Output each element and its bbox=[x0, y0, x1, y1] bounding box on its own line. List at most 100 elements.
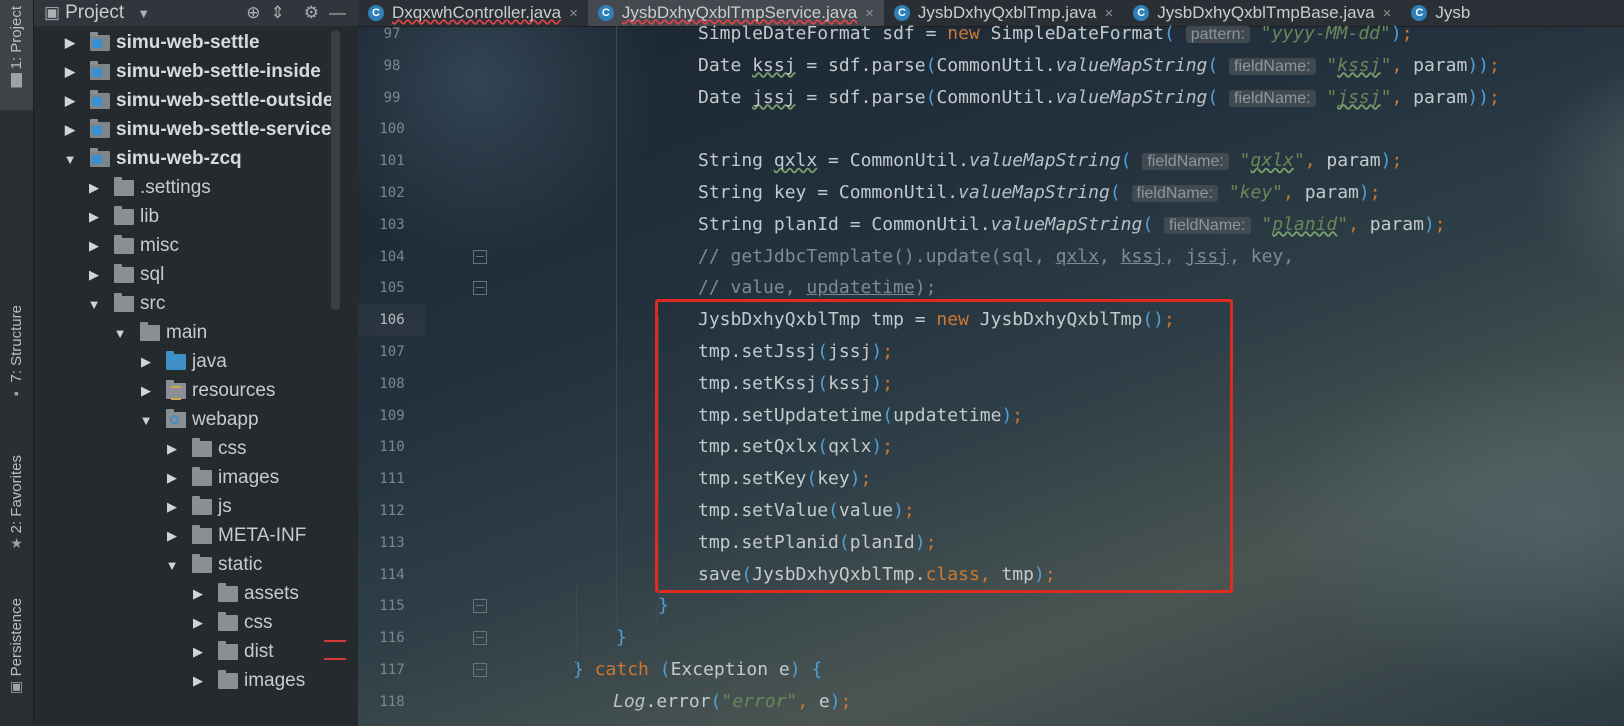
chevron-right-icon[interactable]: ▶ bbox=[190, 586, 206, 602]
tree-item[interactable]: ▶ simu-web-settle-service bbox=[62, 115, 331, 145]
tree-item[interactable]: ▶ simu-web-settle-outside bbox=[62, 86, 333, 116]
chevron-right-icon[interactable]: ▶ bbox=[138, 354, 154, 370]
star-icon: ★ bbox=[10, 535, 23, 552]
chevron-right-icon[interactable]: ▶ bbox=[62, 64, 78, 80]
tree-item-label: simu-web-settle-inside bbox=[116, 61, 321, 82]
tree-item[interactable]: ▶ images bbox=[164, 463, 279, 493]
tree-item[interactable]: ▶ lib bbox=[86, 202, 159, 232]
tree-item-label: css bbox=[244, 612, 273, 633]
chevron-right-icon[interactable]: ▶ bbox=[62, 35, 78, 51]
tree-item[interactable]: ▼ webapp bbox=[138, 405, 259, 435]
tree-item-label: static bbox=[218, 554, 263, 575]
chevron-right-icon[interactable]: ▶ bbox=[86, 180, 102, 196]
tree-item[interactable]: ▶ .settings bbox=[86, 173, 211, 203]
tree-item-label: misc bbox=[140, 235, 180, 256]
tree-item[interactable]: ▶ java bbox=[138, 347, 227, 377]
chevron-right-icon[interactable]: ▶ bbox=[164, 528, 180, 544]
fold-toggle-icon[interactable] bbox=[473, 631, 487, 646]
code-line[interactable]: } bbox=[658, 590, 669, 622]
code-line[interactable]: } bbox=[616, 622, 627, 654]
tab-structure-toolwindow[interactable]: 7: Structure ▪ bbox=[0, 305, 33, 425]
chevron-right-icon[interactable]: ▶ bbox=[190, 615, 206, 631]
code-line[interactable]: String key = CommonUtil.valueMapString( … bbox=[698, 177, 1381, 209]
tree-item[interactable]: ▶ dist bbox=[190, 637, 274, 667]
tree-item[interactable]: ▶ assets bbox=[190, 579, 299, 609]
tree-item-label: .settings bbox=[140, 177, 211, 198]
tree-item[interactable]: ▶ simu-web-settle-inside bbox=[62, 57, 321, 87]
editor-tab-label: Jysb bbox=[1435, 3, 1471, 22]
tree-item[interactable]: ▶ resources bbox=[138, 376, 275, 406]
tree-item[interactable]: ▶ css bbox=[190, 608, 273, 638]
tree-item[interactable]: ▶ js bbox=[164, 492, 232, 522]
fold-toggle-icon[interactable] bbox=[473, 663, 487, 677]
fold-toggle-icon[interactable] bbox=[473, 281, 487, 296]
tree-item[interactable]: ▼ static bbox=[164, 550, 262, 580]
folder-icon bbox=[114, 235, 134, 254]
source-folder-icon bbox=[166, 351, 186, 370]
tree-item[interactable]: ▼ simu-web-zcq bbox=[62, 144, 242, 174]
chevron-down-icon[interactable]: ▼ bbox=[137, 6, 150, 21]
tree-item[interactable]: ▶ simu-web-settle bbox=[62, 28, 260, 58]
code-line[interactable]: // getJdbcTemplate().update(sql, qxlx, k… bbox=[698, 241, 1294, 273]
tab-project-toolwindow[interactable]: 1: Project ▇ bbox=[0, 0, 33, 110]
chevron-right-icon[interactable]: ▶ bbox=[164, 499, 180, 515]
module-icon bbox=[90, 32, 110, 51]
chevron-right-icon[interactable]: ▶ bbox=[86, 209, 102, 225]
folder-icon bbox=[218, 583, 238, 602]
tab-structure-label: 7: Structure bbox=[8, 305, 25, 383]
code-line[interactable]: } catch (Exception e) { bbox=[573, 654, 822, 686]
code-line[interactable]: Date kssj = sdf.parse(CommonUtil.valueMa… bbox=[698, 50, 1500, 82]
code-line[interactable]: String planId = CommonUtil.valueMapStrin… bbox=[698, 209, 1446, 241]
tab-project-label: 1: Project bbox=[8, 6, 25, 70]
tree-item[interactable]: ▶ images bbox=[190, 666, 305, 696]
chevron-right-icon[interactable]: ▶ bbox=[62, 122, 78, 138]
chevron-right-icon[interactable]: ▶ bbox=[190, 644, 206, 660]
chevron-right-icon[interactable]: ▶ bbox=[190, 673, 206, 689]
folder-icon bbox=[114, 264, 134, 283]
tab-persistence-label: Persistence bbox=[8, 598, 25, 677]
tree-item[interactable]: ▼ src bbox=[86, 289, 165, 319]
tab-favorites-label: 2: Favorites bbox=[8, 455, 25, 534]
indent-guide bbox=[658, 316, 659, 616]
tree-item-label: lib bbox=[140, 206, 160, 227]
close-icon[interactable]: × bbox=[569, 5, 578, 22]
tab-favorites-toolwindow[interactable]: 2: Favorites ★ bbox=[0, 455, 33, 570]
tree-item[interactable]: ▶ css bbox=[164, 434, 247, 464]
folder-icon bbox=[192, 438, 212, 457]
fold-toggle-icon[interactable] bbox=[473, 599, 487, 614]
folder-icon bbox=[114, 293, 134, 312]
chevron-down-icon[interactable]: ▼ bbox=[112, 326, 128, 341]
locate-icon[interactable]: ⊕ bbox=[246, 3, 260, 23]
project-view-icon: ▣ bbox=[44, 3, 61, 22]
code-line[interactable]: Log.error("error", e); bbox=[613, 686, 851, 718]
tree-item-label: java bbox=[192, 351, 227, 372]
collapse-all-icon[interactable]: ⇕ bbox=[271, 3, 285, 23]
fold-toggle-icon[interactable] bbox=[473, 249, 487, 264]
code-editor[interactable]: C DxqxwhController.java × C JysbDxhyQxblTmpS… bbox=[358, 0, 1624, 726]
tree-item[interactable]: ▶ misc bbox=[86, 231, 179, 261]
chevron-down-icon[interactable]: ▼ bbox=[86, 297, 102, 312]
tree-item-label: src bbox=[140, 293, 166, 314]
tree-item[interactable]: ▶ META-INF bbox=[164, 521, 306, 551]
project-title[interactable]: Project bbox=[65, 2, 124, 24]
indent-guide bbox=[656, 606, 657, 656]
chevron-right-icon[interactable]: ▶ bbox=[164, 470, 180, 486]
tab-persistence-toolwindow[interactable]: Persistence ▣ bbox=[0, 598, 33, 726]
code-line[interactable]: String qxlx = CommonUtil.valueMapString(… bbox=[698, 145, 1402, 177]
tree-item[interactable]: ▼ main bbox=[112, 318, 207, 348]
chevron-right-icon[interactable]: ▶ bbox=[86, 267, 102, 283]
code-line[interactable]: Date jssj = sdf.parse(CommonUtil.valueMa… bbox=[698, 82, 1500, 114]
hide-icon[interactable]: — bbox=[329, 3, 346, 23]
chevron-down-icon[interactable]: ▼ bbox=[62, 152, 78, 167]
project-scrollbar[interactable] bbox=[331, 30, 340, 310]
chevron-right-icon[interactable]: ▶ bbox=[86, 238, 102, 254]
chevron-right-icon[interactable]: ▶ bbox=[164, 441, 180, 457]
chevron-down-icon[interactable]: ▼ bbox=[164, 558, 180, 573]
code-line[interactable]: SimpleDateFormat sdf = new SimpleDateFor… bbox=[698, 18, 1413, 50]
tree-item[interactable]: ▶ sql bbox=[86, 260, 164, 290]
editor-tab[interactable]: C Jysb bbox=[1401, 0, 1480, 26]
chevron-right-icon[interactable]: ▶ bbox=[62, 93, 78, 109]
chevron-right-icon[interactable]: ▶ bbox=[138, 383, 154, 399]
chevron-down-icon[interactable]: ▼ bbox=[138, 413, 154, 428]
gear-icon[interactable]: ⚙ bbox=[304, 3, 319, 23]
